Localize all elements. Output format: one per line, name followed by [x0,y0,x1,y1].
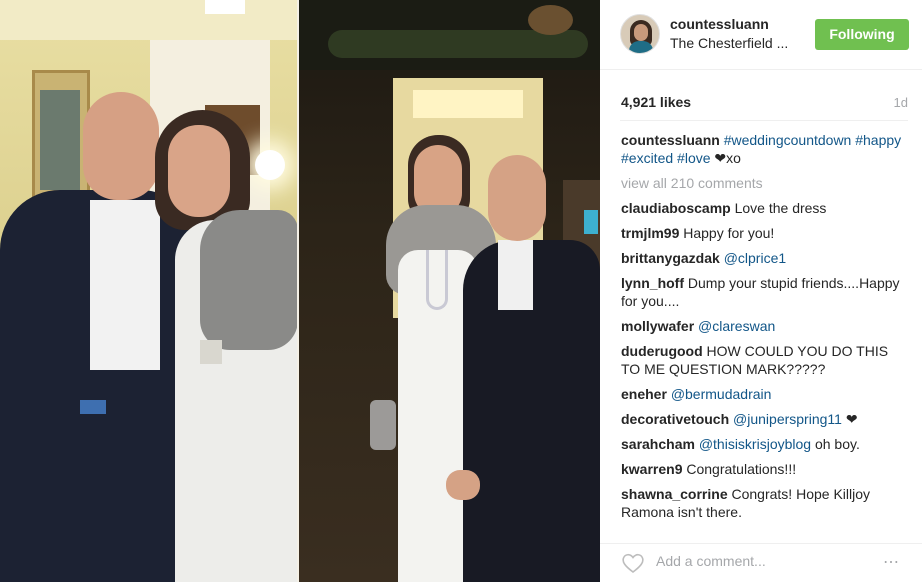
post-age[interactable]: 1d [894,95,908,110]
mention-link[interactable]: @clprice1 [724,250,786,266]
avatar[interactable] [620,14,660,54]
comment-username[interactable]: duderugood [621,343,703,359]
comments-list: countessluann #weddingcountdown #happy #… [621,131,906,528]
comment-text: oh boy. [811,436,860,452]
comment-username[interactable]: eneher [621,386,667,402]
comment-username[interactable]: shawna_corrine [621,486,728,502]
comment-item: duderugood HOW COULD YOU DO THIS TO ME Q… [621,342,906,378]
comment-username[interactable]: lynn_hoff [621,275,684,291]
comment-username[interactable]: decorativetouch [621,411,729,427]
comment-text: ❤ [841,411,858,427]
comment-username[interactable]: brittanygazdak [621,250,720,266]
post-location[interactable]: The Chesterfield ... [670,35,788,51]
hashtag-link[interactable]: #happy [855,132,901,148]
comment-text: Congratulations!!! [686,461,797,477]
hashtag-link[interactable]: #weddingcountdown [724,132,852,148]
likes-count[interactable]: 4,921 likes [621,94,691,110]
comment-item: shawna_corrine Congrats! Hope Killjoy Ra… [621,485,906,521]
hashtag-link[interactable]: #love [677,150,710,166]
add-comment-input[interactable]: Add a comment... [656,553,766,569]
mention-link[interactable]: @bermudadrain [671,386,772,402]
view-all-comments-link[interactable]: view all 210 comments [621,174,906,192]
comment-text: Love the dress [734,200,827,216]
comment-username[interactable]: kwarren9 [621,461,682,477]
post-header: countessluann The Chesterfield ... Follo… [600,0,922,70]
photo-right-panel [298,0,600,582]
following-button[interactable]: Following [815,19,909,50]
comment-item: lynn_hoff Dump your stupid friends....Ha… [621,274,906,310]
caption-suffix: ❤xo [714,150,741,166]
comment-item: sarahcham @thisiskrisjoyblog oh boy. [621,435,906,453]
photo-left-panel [0,0,298,582]
comment-username[interactable]: claudiaboscamp [621,200,731,216]
caption: countessluann #weddingcountdown #happy #… [621,131,906,167]
divider [620,120,908,121]
heart-icon[interactable] [621,552,645,574]
comment-item: mollywafer @clareswan [621,317,906,335]
caption-username[interactable]: countessluann [621,132,720,148]
comment-text: Happy for you! [683,225,775,241]
post-photo[interactable] [0,0,600,582]
mention-link[interactable]: @thisiskrisjoyblog [699,436,811,452]
comment-item: kwarren9 Congratulations!!! [621,460,906,478]
comment-item: trmjlm99 Happy for you! [621,224,906,242]
hashtag-link[interactable]: #excited [621,150,673,166]
comment-username[interactable]: mollywafer [621,318,694,334]
comment-username[interactable]: sarahcham [621,436,695,452]
photo-divider [297,0,299,582]
comment-item: eneher @bermudadrain [621,385,906,403]
comment-item: claudiaboscamp Love the dress [621,199,906,217]
post-username[interactable]: countessluann [670,16,769,32]
comment-username[interactable]: trmjlm99 [621,225,679,241]
more-options-icon[interactable]: ⋯ [883,552,900,572]
comment-bar: Add a comment... ⋯ [600,543,922,582]
comment-item: brittanygazdak @clprice1 [621,249,906,267]
post-sidebar: countessluann The Chesterfield ... Follo… [600,0,922,582]
comment-item: decorativetouch @juniperspring11 ❤ [621,410,906,428]
mention-link[interactable]: @clareswan [698,318,775,334]
mention-link[interactable]: @juniperspring11 [733,411,842,427]
